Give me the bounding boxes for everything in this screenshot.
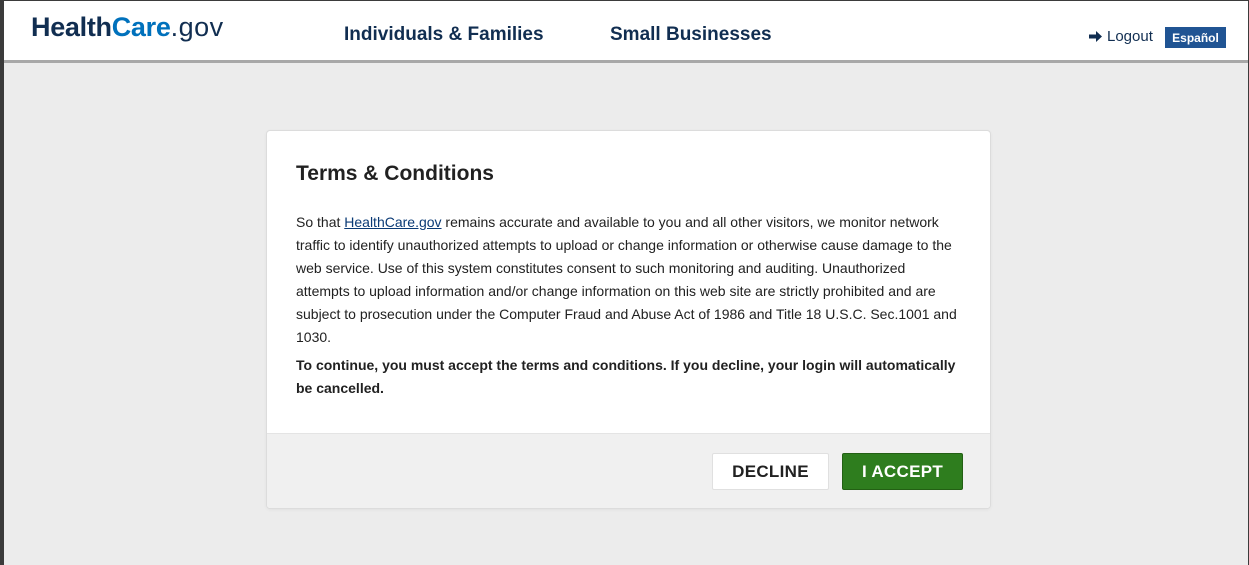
accept-button[interactable]: I ACCEPT — [842, 453, 963, 490]
logo-part-care: Care — [111, 12, 171, 42]
dialog-footer: DECLINE I ACCEPT — [267, 433, 990, 508]
terms-text-prefix: So that — [296, 214, 345, 230]
terms-text: So that HealthCare.gov remains accurate … — [296, 211, 962, 349]
healthcare-gov-logo[interactable]: HealthCare.gov — [31, 14, 224, 41]
accept-warning: To continue, you must accept the terms a… — [296, 357, 956, 396]
healthcare-gov-link[interactable]: HealthCare.gov — [344, 214, 441, 230]
terms-dialog: Terms & Conditions So that HealthCare.go… — [267, 131, 990, 508]
terms-text-rest: remains accurate and available to you an… — [296, 214, 957, 345]
logo-part-health: Health — [31, 12, 112, 42]
nav-small-businesses[interactable]: Small Businesses — [610, 25, 772, 44]
site-header: HealthCare.gov Individuals & Families Sm… — [4, 1, 1248, 63]
nav-individuals-families[interactable]: Individuals & Families — [344, 25, 544, 44]
espanol-language-button[interactable]: Español — [1165, 27, 1226, 48]
arrow-right-icon — [1089, 31, 1102, 42]
logout-label: Logout — [1107, 28, 1153, 45]
dialog-title: Terms & Conditions — [296, 162, 494, 185]
logo-part-gov: .gov — [170, 12, 224, 42]
logout-link[interactable]: Logout — [1089, 29, 1153, 44]
decline-button[interactable]: DECLINE — [712, 453, 829, 490]
